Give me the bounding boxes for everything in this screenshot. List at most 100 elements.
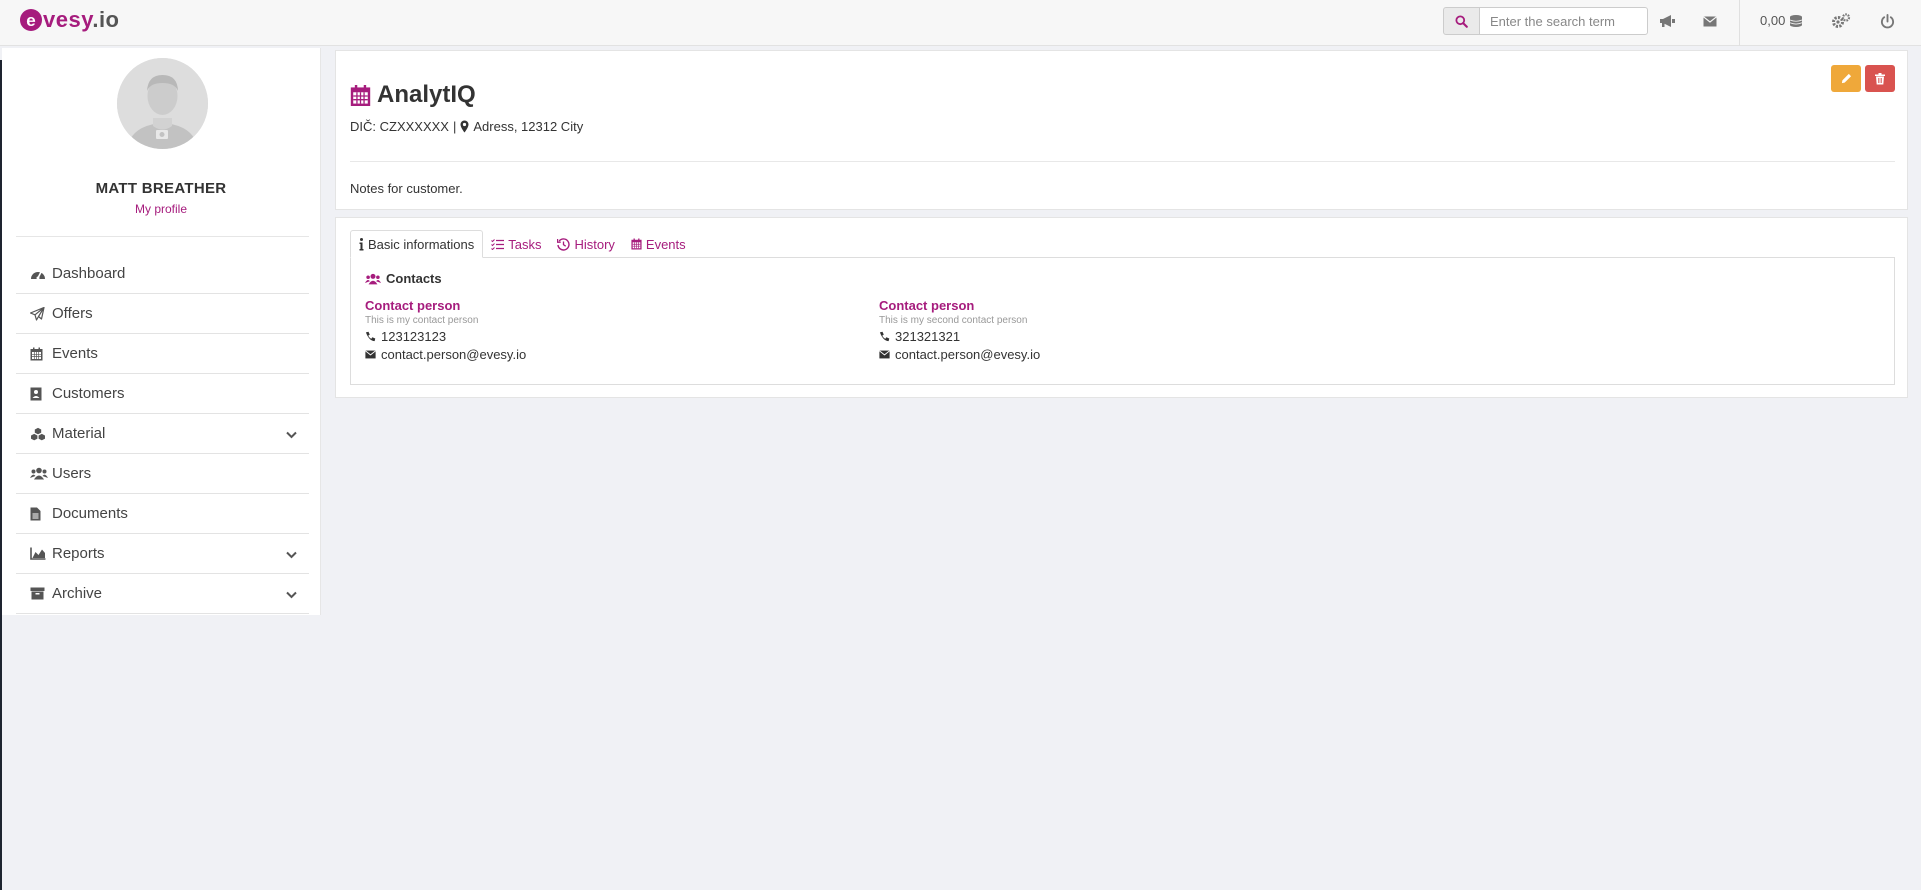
tab-panel-basic-informations: Contacts Contact person This is my conta… <box>350 257 1895 385</box>
announcements-button[interactable] <box>1657 11 1679 31</box>
customer-subtitle: DIČ: CZXXXXXX | Adress, 12312 City <box>350 119 583 134</box>
calendar-icon <box>631 238 642 250</box>
tab-tasks[interactable]: Tasks <box>483 230 549 258</box>
tab-history[interactable]: History <box>549 230 622 258</box>
sidebar-divider <box>16 236 309 237</box>
settings-button[interactable] <box>1830 11 1852 31</box>
chart-area-icon <box>30 546 48 562</box>
phone-icon <box>365 331 376 342</box>
calendar-icon <box>350 84 371 106</box>
user-avatar-icon <box>117 58 208 149</box>
contact-phone[interactable]: 123123123 <box>381 329 446 344</box>
sidebar-item-label: Archive <box>52 585 103 602</box>
paper-plane-icon <box>30 306 48 322</box>
search-icon <box>1455 14 1468 28</box>
sidebar-item-customers[interactable]: Customers <box>16 374 309 414</box>
page-title: AnalytIQ <box>377 81 476 108</box>
tab-label: Tasks <box>508 236 542 252</box>
sidebar-item-label: Dashboard <box>52 265 126 282</box>
contact-card: Contact person This is my contact person… <box>365 298 526 362</box>
gears-icon <box>1832 13 1851 28</box>
power-icon <box>1880 13 1894 28</box>
chevron-down-icon[interactable] <box>286 586 297 603</box>
contact-description: This is my contact person <box>365 315 479 326</box>
sidebar: MATT BREATHER My profile Dashboard Offer… <box>2 48 321 615</box>
sidebar-item-events[interactable]: Events <box>16 334 309 374</box>
megaphone-icon <box>1660 15 1675 27</box>
file-icon <box>30 506 48 522</box>
tab-basic-informations[interactable]: Basic informations <box>350 230 484 258</box>
delete-button[interactable] <box>1865 65 1895 92</box>
contact-description: This is my second contact person <box>879 315 1028 326</box>
logout-button[interactable] <box>1876 11 1898 31</box>
subtitle-separator: | <box>452 119 457 134</box>
contact-email[interactable]: contact.person@evesy.io <box>381 347 526 362</box>
id-card-icon <box>30 386 48 402</box>
sidebar-item-offers[interactable]: Offers <box>16 294 309 334</box>
sidebar-item-label: Material <box>52 425 106 442</box>
avatar[interactable] <box>117 58 208 149</box>
search-button[interactable] <box>1443 7 1480 35</box>
tab-events[interactable]: Events <box>623 230 694 258</box>
history-icon <box>557 237 571 251</box>
logo-text: vesy.io <box>43 7 120 33</box>
logo-letter: e <box>20 9 42 31</box>
chevron-down-icon[interactable] <box>286 426 297 443</box>
archive-icon <box>30 586 48 602</box>
sidebar-menu: Dashboard Offers Events Customers Materi… <box>16 254 309 614</box>
pencil-icon <box>1841 73 1851 84</box>
customer-header-card: AnalytIQ DIČ: CZXXXXXX | Adress, 12312 C… <box>335 50 1908 210</box>
tab-label: Events <box>645 236 686 252</box>
sidebar-item-label: Users <box>52 465 92 482</box>
user-name: MATT BREATHER <box>95 180 227 197</box>
logo-dot: . <box>92 7 99 32</box>
tab-label: History <box>574 236 615 252</box>
edit-button[interactable] <box>1831 65 1861 92</box>
sidebar-item-label: Customers <box>52 385 125 402</box>
map-marker-icon <box>460 120 469 133</box>
contact-email-row: contact.person@evesy.io <box>879 347 1040 362</box>
users-icon <box>365 273 381 284</box>
contacts-heading: Contacts <box>365 271 442 286</box>
contact-email[interactable]: contact.person@evesy.io <box>895 347 1040 362</box>
vat-number: DIČ: CZXXXXXX <box>350 119 449 134</box>
contact-name[interactable]: Contact person <box>879 298 1040 313</box>
envelope-icon <box>879 350 890 359</box>
customer-title-row: AnalytIQ <box>350 81 476 109</box>
sidebar-item-reports[interactable]: Reports <box>16 534 309 574</box>
top-bar: e vesy.io 0,00 <box>0 0 1921 46</box>
contact-name[interactable]: Contact person <box>365 298 526 313</box>
users-icon <box>30 466 48 482</box>
sidebar-item-label: Documents <box>52 505 128 522</box>
calendar-icon <box>30 346 48 362</box>
list-icon <box>491 238 505 250</box>
sidebar-item-material[interactable]: Material <box>16 414 309 454</box>
credit-balance[interactable]: 0,00 <box>1760 13 1804 28</box>
header-divider <box>350 161 1895 162</box>
logo-name: vesy <box>43 7 93 32</box>
customer-notes: Notes for customer. <box>350 181 463 196</box>
contact-phone[interactable]: 321321321 <box>895 329 960 344</box>
contacts-heading-label: Contacts <box>386 271 442 286</box>
envelope-icon <box>1703 15 1717 26</box>
trash-icon <box>1875 72 1885 84</box>
sidebar-item-archive[interactable]: Archive <box>16 574 309 614</box>
coins-icon <box>1790 14 1803 27</box>
tab-bar: Basic informations Tasks History Events <box>350 230 694 258</box>
sidebar-item-documents[interactable]: Documents <box>16 494 309 534</box>
contact-email-row: contact.person@evesy.io <box>365 347 526 362</box>
envelope-icon <box>365 350 376 359</box>
credit-value: 0,00 <box>1760 13 1786 28</box>
sidebar-item-label: Reports <box>52 545 105 562</box>
my-profile-link[interactable]: My profile <box>2 202 320 216</box>
evesy-logo[interactable]: e vesy.io <box>20 6 120 34</box>
topbar-divider <box>1739 0 1740 46</box>
sidebar-item-users[interactable]: Users <box>16 454 309 494</box>
sidebar-item-dashboard[interactable]: Dashboard <box>16 254 309 294</box>
messages-button[interactable] <box>1699 11 1721 31</box>
tab-label: Basic informations <box>368 236 475 252</box>
search-input[interactable] <box>1479 7 1648 35</box>
customer-details-card: Basic informations Tasks History Events … <box>335 217 1908 398</box>
cubes-icon <box>30 426 48 442</box>
chevron-down-icon[interactable] <box>286 546 297 563</box>
